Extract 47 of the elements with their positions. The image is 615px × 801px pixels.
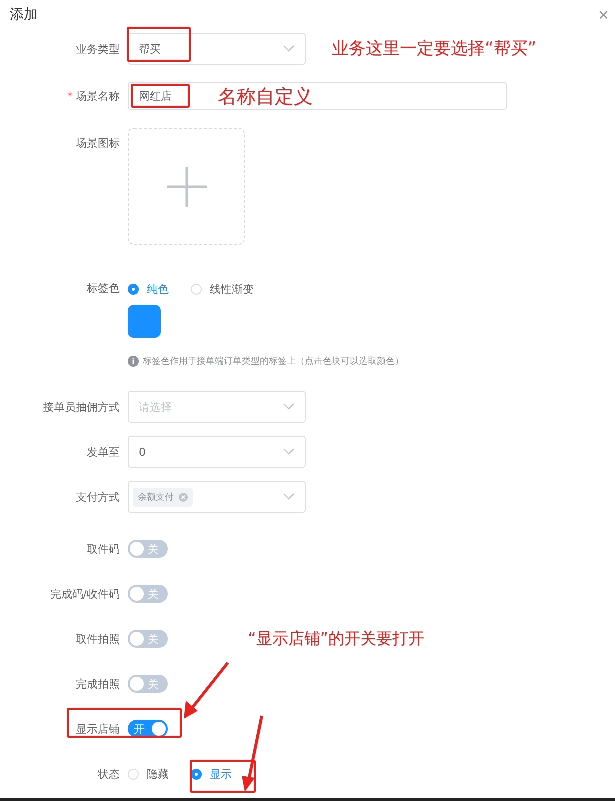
caret-icon xyxy=(283,45,295,53)
field-label: 完成拍照 xyxy=(76,678,120,690)
radio-label[interactable]: 纯色 xyxy=(147,282,169,296)
remove-icon xyxy=(179,492,188,502)
toggle-switch[interactable]: 关 xyxy=(128,630,168,648)
plus-icon xyxy=(166,166,206,206)
select-field[interactable]: 请选择 xyxy=(128,391,306,423)
info-icon xyxy=(128,356,139,367)
caret-icon xyxy=(283,403,295,411)
radio-button[interactable] xyxy=(128,284,139,294)
highlight-frame xyxy=(127,27,191,62)
field-label: 标签色 xyxy=(87,282,120,295)
field-label: 完成码/收件码 xyxy=(50,588,120,600)
select-field[interactable]: 帮买 xyxy=(128,33,306,65)
toggle-switch[interactable]: 关 xyxy=(128,675,168,693)
arrow-icon xyxy=(240,714,266,794)
field-label: 取件码 xyxy=(87,542,120,556)
field-label: 业务类型 xyxy=(76,42,120,56)
field-label: 场景名称 xyxy=(76,90,120,102)
caret-icon xyxy=(283,493,295,501)
select-field[interactable]: 余额支付 xyxy=(128,481,306,513)
field-label: 场景图标 xyxy=(76,137,120,150)
field-label: 支付方式 xyxy=(76,490,120,504)
field-label: 取件拍照 xyxy=(76,632,120,646)
color-swatch[interactable] xyxy=(128,305,161,338)
hint-text: 标签色作用于接单端订单类型的标签上（点击色块可以选取颜色） xyxy=(143,356,404,368)
highlight-frame xyxy=(131,84,190,108)
field-label: 接单员抽佣方式 xyxy=(43,400,120,414)
dialog-title: 添加 xyxy=(10,6,38,24)
annotation-text: “显示店铺”的开关要打开 xyxy=(248,629,425,650)
field-label: 显示店铺 xyxy=(76,722,120,736)
highlight-frame xyxy=(190,760,256,793)
radio-button[interactable] xyxy=(191,768,202,780)
field-label: 发单至 xyxy=(87,446,120,458)
radio-label[interactable]: 隐藏 xyxy=(147,766,169,782)
select-field[interactable]: 0 xyxy=(128,436,306,468)
annotation-text: 名称自定义 xyxy=(218,85,313,110)
caret-icon xyxy=(283,448,295,456)
toggle-switch[interactable]: 关 xyxy=(128,540,168,558)
tag-label: 余额支付 xyxy=(138,492,174,504)
field-label: 状态 xyxy=(98,768,120,780)
radio-label[interactable]: 线性渐变 xyxy=(210,282,254,296)
required-mark: * xyxy=(68,90,73,102)
radio-label[interactable]: 显示 xyxy=(210,766,232,782)
annotation-text: 业务这里一定要选择“帮买” xyxy=(332,38,537,60)
close-button[interactable]: × xyxy=(598,6,609,24)
toggle-switch[interactable]: 关 xyxy=(128,585,168,603)
